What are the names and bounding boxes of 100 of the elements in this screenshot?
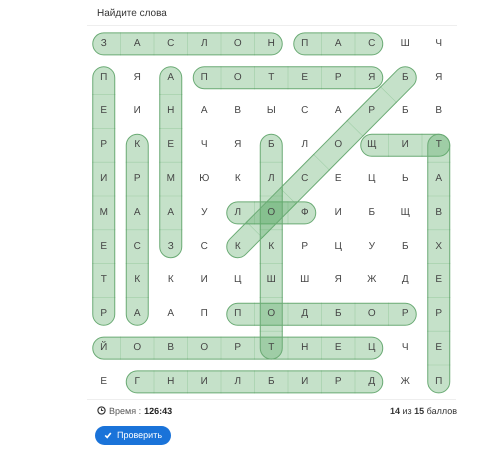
grid-letter: Р (402, 308, 409, 320)
timer-label: Время : (109, 404, 142, 417)
grid-letter: Н (167, 376, 174, 388)
grid-letter: С (368, 38, 376, 50)
grid-letter: О (267, 308, 276, 320)
grid-letter: Ж (400, 376, 410, 388)
grid-letter: А (134, 38, 141, 50)
grid-letter: Р (334, 72, 342, 84)
grid-letter: Ч (435, 38, 442, 50)
grid-letter: Щ (367, 139, 376, 152)
grid-letter: Ц (368, 173, 376, 186)
grid-letter: Р (334, 376, 342, 388)
grid-letter: З (168, 240, 174, 253)
grid-letter: Я (334, 274, 342, 286)
grid-letter: В (167, 342, 174, 354)
grid-letter: О (267, 206, 276, 219)
grid-letter: С (301, 173, 308, 186)
grid-letter: А (167, 72, 174, 84)
grid-letter: К (268, 240, 274, 253)
grid-letter: И (334, 206, 342, 219)
grid-letter: С (200, 240, 208, 253)
grid-letter: Ь (402, 173, 409, 186)
grid-letter: В (435, 206, 442, 219)
grid-letter: Р (134, 173, 141, 186)
grid-letter: Ф (300, 206, 309, 219)
grid-letter: О (368, 308, 376, 320)
grid-letter: Я (234, 139, 242, 152)
grid-letter: Щ (400, 206, 410, 219)
grid-letter: П (100, 72, 108, 84)
grid-letter: П (301, 38, 308, 50)
grid-letter: Ч (402, 342, 409, 354)
grid-letter: И (301, 376, 308, 388)
grid-letter: И (134, 105, 141, 118)
grid-letter: Я (368, 72, 376, 84)
grid-letter: С (167, 38, 174, 50)
grid-letter: А (334, 105, 342, 118)
grid-letter: А (200, 105, 208, 118)
grid-letter: А (167, 206, 174, 219)
grid-letter: Р (301, 240, 308, 253)
grid-letter: Л (234, 376, 242, 388)
clock-icon (97, 406, 106, 416)
grid-letter: Ж (367, 274, 376, 286)
grid-letter: С (301, 105, 308, 118)
grid-letter: Д (301, 308, 308, 320)
grid-letter: Ш (266, 274, 276, 286)
check-button[interactable]: Проверить (95, 426, 172, 445)
grid-letter: Е (435, 274, 442, 286)
grid-letter: О (234, 72, 242, 84)
grid-letter: Е (100, 105, 108, 118)
grid-letter: О (234, 38, 242, 50)
grid-letter: Б (268, 376, 275, 388)
grid-letter: Р (100, 308, 108, 320)
grid-letter: Я (134, 72, 141, 84)
grid-letter: Е (301, 72, 308, 84)
grid-letter: Т (100, 274, 107, 286)
grid-letter: Р (435, 308, 442, 320)
grid-letter: О (133, 342, 142, 354)
grid-letter: Ц (234, 274, 242, 286)
grid-letter: С (134, 240, 141, 253)
grid-letter: Б (402, 240, 409, 253)
grid-letter: В (234, 105, 242, 118)
grid-letter: Т (436, 139, 442, 152)
instruction-title: Найдите слова (97, 8, 167, 19)
grid-letter: Д (402, 274, 409, 286)
grid-letter: Ц (334, 240, 342, 253)
grid-letter: К (234, 240, 241, 253)
grid-letter: Е (334, 173, 342, 186)
grid-letter: Т (268, 72, 274, 84)
grid-letter: А (435, 173, 442, 186)
grid-letter: И (200, 376, 208, 388)
grid-letter: А (167, 308, 174, 320)
grid-letter: К (134, 274, 140, 286)
grid-letter: О (334, 139, 342, 152)
grid-letter: П (200, 308, 208, 320)
grid-letter: К (168, 274, 174, 286)
score-text: 14 из 15 баллов (390, 404, 457, 417)
grid-letter: Б (402, 105, 409, 118)
grid-letter: И (402, 139, 409, 152)
grid-letter: О (200, 342, 208, 354)
grid-letter: Д (368, 376, 376, 388)
grid-letter: Р (234, 342, 242, 354)
grid-letter: Ы (266, 105, 276, 118)
grid-letter: Й (100, 342, 108, 354)
grid-letter: Б (268, 139, 275, 152)
grid-letter: Л (234, 206, 242, 219)
grid-letter: Т (268, 342, 274, 354)
grid-letter: Б (334, 308, 342, 320)
grid-letter: Л (268, 173, 275, 186)
checkmark-icon (104, 431, 112, 440)
grid-letter: Е (435, 342, 442, 354)
grid-letter: М (166, 173, 175, 186)
grid-letter: И (200, 274, 208, 286)
grid-letter: А (134, 206, 141, 219)
grid-letter: И (100, 173, 108, 186)
grid-letter: Е (334, 342, 342, 354)
grid-letter: Г (134, 376, 140, 388)
timer-value: 126:43 (144, 404, 172, 417)
grid-letter: Ч (200, 139, 208, 152)
grid-letter: М (100, 206, 108, 219)
grid-letter: Е (100, 240, 108, 253)
